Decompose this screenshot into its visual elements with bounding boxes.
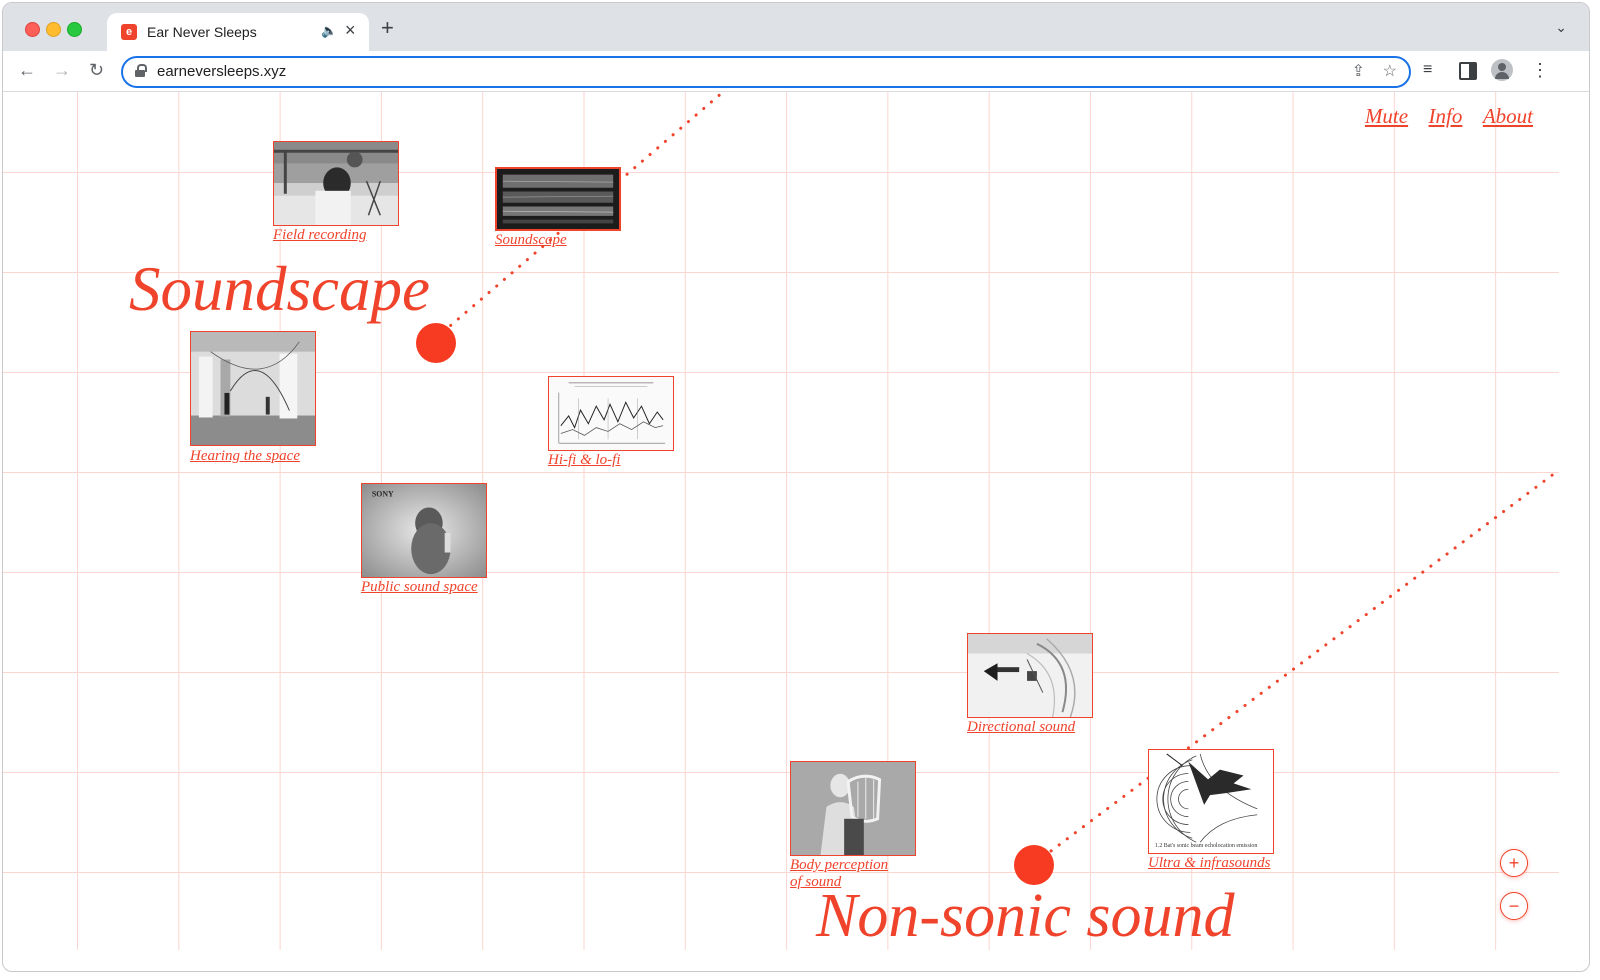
card-field-recording[interactable]: Field recording <box>273 141 403 251</box>
field-recording-caption[interactable]: Field recording <box>273 227 366 244</box>
soundscape-caption[interactable]: Soundscape <box>495 232 567 249</box>
url-text[interactable]: earneversleeps.xyz <box>157 63 286 80</box>
public-sound-space-image[interactable]: SONY <box>361 483 487 578</box>
card-soundscape[interactable]: Soundscape <box>495 167 625 277</box>
card-public-sound-space[interactable]: SONY Public sound space <box>361 483 501 603</box>
kebab-icon[interactable]: ⋮ <box>1531 60 1549 80</box>
ultra-infrasounds-caption[interactable]: Ultra & infrasounds <box>1148 855 1271 872</box>
group-title-soundscape: Soundscape <box>129 254 430 324</box>
hearing-the-space-image[interactable] <box>190 331 316 446</box>
dotted-line-nonsonic <box>1041 468 1559 859</box>
hifi-lofi-image[interactable] <box>548 376 674 451</box>
maximize-window-button[interactable] <box>67 22 82 37</box>
share-icon[interactable]: ⇪ <box>1352 61 1365 81</box>
star-icon[interactable]: ☆ <box>1383 61 1397 81</box>
public-sound-space-caption[interactable]: Public sound space <box>361 579 478 596</box>
tab-title: Ear Never Sleeps <box>147 24 257 40</box>
zoom-out-button[interactable]: − <box>1500 892 1528 920</box>
plus-icon[interactable]: + <box>381 17 394 39</box>
card-ultra-infrasounds[interactable]: 1.2 Bat's sonic beam echolocation emissi… <box>1148 749 1288 874</box>
field-recording-image[interactable] <box>273 141 399 226</box>
about-link[interactable]: About <box>1483 104 1533 128</box>
group-title-nonsonic-sound: Non-sonic sound <box>816 882 1235 950</box>
nonsonic-node-dot[interactable] <box>1014 845 1054 885</box>
side-panel-icon[interactable] <box>1459 62 1477 80</box>
body-perception-caption-line1[interactable]: Body perception <box>790 857 888 874</box>
reload-icon[interactable]: ↻ <box>89 60 104 80</box>
tab-strip: e Ear Never Sleeps 🔈 × + ⌄ <box>3 3 1589 51</box>
browser-window: e Ear Never Sleeps 🔈 × + ⌄ ← → ↻ earneve… <box>2 2 1590 972</box>
media-controls-icon[interactable]: ≡ <box>1423 61 1432 79</box>
card-hifi-lofi[interactable]: Hi-fi & lo-fi <box>548 376 678 476</box>
top-nav: Mute Info About <box>1349 104 1533 129</box>
arrow-left-icon[interactable]: ← <box>18 60 36 80</box>
card-body-perception[interactable]: Body perception of sound <box>790 761 930 891</box>
hearing-the-space-caption[interactable]: Hearing the space <box>190 448 300 465</box>
minimize-window-button[interactable] <box>46 22 61 37</box>
connection-lines <box>441 92 1559 859</box>
speaker-icon[interactable]: 🔈 <box>321 23 337 39</box>
browser-toolbar: ← → ↻ earneversleeps.xyz ⇪ ☆ ≡ ⋮ <box>3 51 1589 92</box>
lock-icon[interactable] <box>135 64 147 77</box>
close-icon[interactable]: × <box>345 20 356 41</box>
close-window-button[interactable] <box>25 22 40 37</box>
soundscape-node-dot[interactable] <box>416 323 456 363</box>
directional-sound-image[interactable] <box>967 633 1093 718</box>
address-bar[interactable]: earneversleeps.xyz ⇪ ☆ <box>121 56 1411 88</box>
tab-ear-never-sleeps[interactable]: e Ear Never Sleeps 🔈 × <box>107 13 369 51</box>
card-hearing-the-space[interactable]: Hearing the space <box>190 331 330 471</box>
card-directional-sound[interactable]: Directional sound <box>967 633 1107 743</box>
chevron-down-icon[interactable]: ⌄ <box>1555 19 1567 36</box>
sony-label: SONY <box>372 490 394 499</box>
ear-icon: e <box>121 24 137 40</box>
avatar-icon[interactable] <box>1491 59 1513 81</box>
ultra-infrasounds-image[interactable]: 1.2 Bat's sonic beam echolocation emissi… <box>1148 749 1274 854</box>
directional-sound-caption[interactable]: Directional sound <box>967 719 1075 736</box>
soundscape-image[interactable] <box>495 167 621 231</box>
arrow-right-icon[interactable]: → <box>53 60 71 80</box>
bat-caption: 1.2 Bat's sonic beam echolocation emissi… <box>1155 843 1257 849</box>
info-link[interactable]: Info <box>1429 104 1463 128</box>
body-perception-image[interactable] <box>790 761 916 856</box>
zoom-in-button[interactable]: + <box>1500 849 1528 877</box>
map-canvas[interactable]: Mute Info About Field recording Soundsca… <box>3 92 1559 950</box>
hifi-lofi-caption[interactable]: Hi-fi & lo-fi <box>548 452 621 469</box>
mute-link[interactable]: Mute <box>1365 104 1408 128</box>
